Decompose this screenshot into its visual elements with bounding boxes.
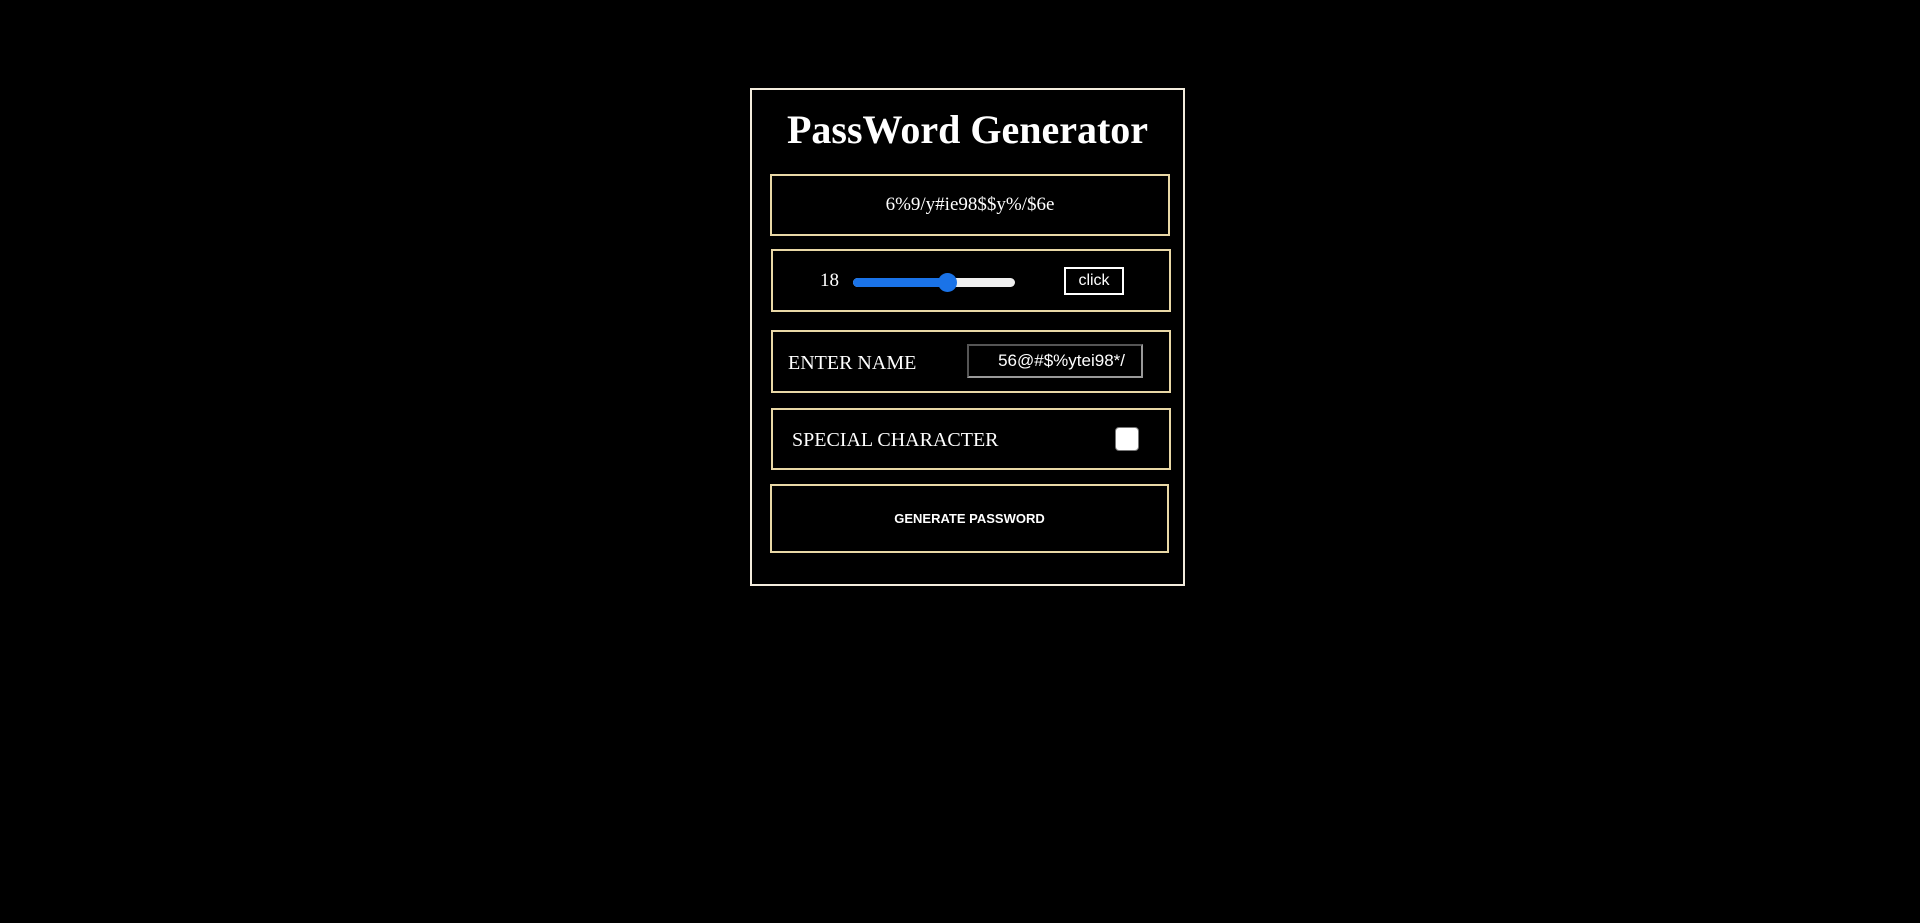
slider-track (853, 278, 1015, 287)
password-value: 6%9/y#ie98$$y%/$6e (885, 194, 1055, 215)
click-button[interactable]: click (1064, 267, 1124, 295)
name-label: ENTER NAME (788, 352, 917, 374)
special-character-label: SPECIAL CHARACTER (792, 429, 999, 451)
page-title: PassWord Generator (786, 107, 1149, 152)
special-character-checkbox[interactable] (1115, 427, 1139, 451)
password-display: 6%9/y#ie98$$y%/$6e (770, 174, 1170, 236)
name-input[interactable] (967, 344, 1143, 378)
length-row: 18 click (771, 249, 1171, 312)
special-character-row: SPECIAL CHARACTER (771, 408, 1171, 470)
length-value: 18 (820, 270, 839, 291)
name-row: ENTER NAME (771, 330, 1171, 393)
password-generator-card: PassWord Generator 6%9/y#ie98$$y%/$6e 18… (750, 88, 1185, 586)
generate-password-label: GENERATE PASSWORD (894, 511, 1045, 526)
slider-fill (853, 278, 947, 287)
slider-thumb[interactable] (937, 273, 957, 292)
generate-password-button[interactable]: GENERATE PASSWORD (770, 484, 1169, 553)
length-slider[interactable] (853, 272, 1015, 292)
